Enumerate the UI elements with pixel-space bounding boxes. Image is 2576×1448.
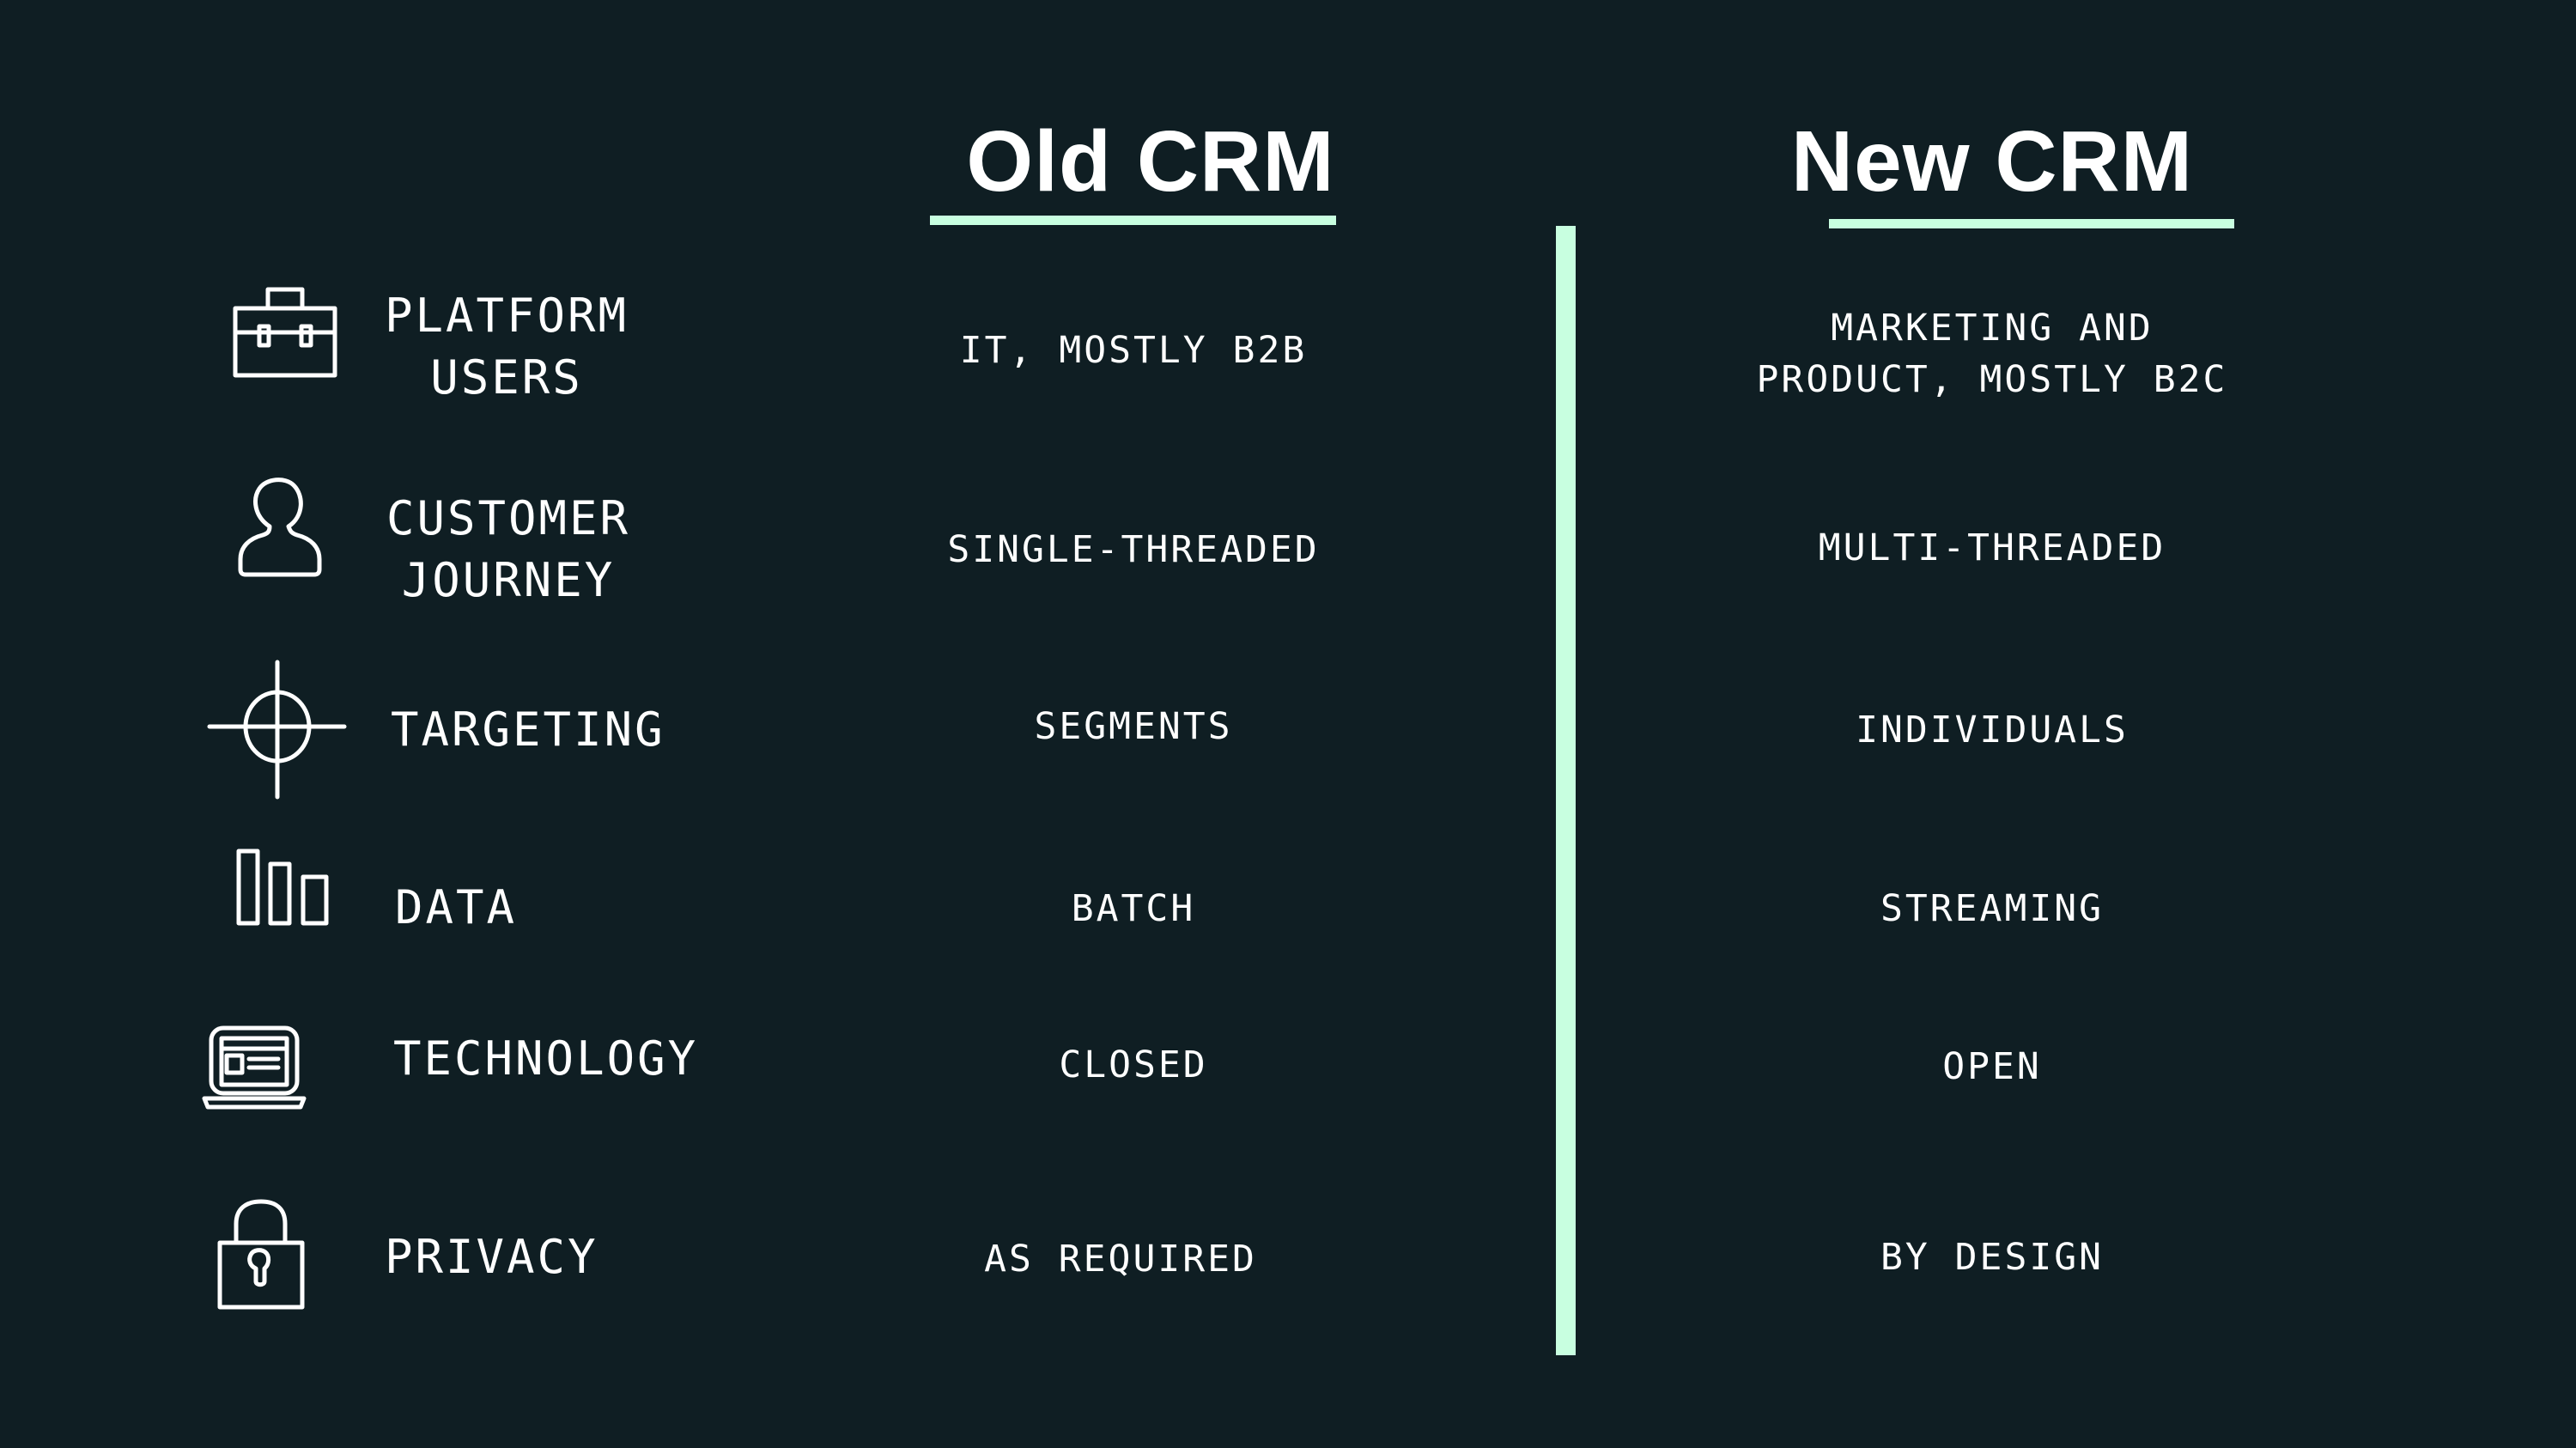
old-value-targeting: SEGMENTS [1034,705,1233,748]
old-value-privacy: AS REQUIRED [984,1238,1257,1281]
old-value-technology: CLOSED [1059,1043,1208,1086]
new-value-technology: OPEN [1942,1045,2042,1088]
padlock-icon [216,1199,306,1310]
bar-chart-icon [236,849,332,926]
laptop-icon [202,1025,323,1110]
user-icon [237,475,323,577]
old-value-data: BATCH [1071,887,1196,930]
new-value-data: STREAMING [1880,887,2104,930]
new-crm-header: New CRM [1790,113,2194,210]
crosshair-icon [207,660,347,800]
row-label-targeting: TARGETING [391,703,665,757]
old-crm-header: Old CRM [966,113,1335,210]
old-value-customer-journey: SINGLE-THREADED [947,528,1320,571]
row-label-customer-journey: CUSTOMER JOURNEY [386,491,631,607]
new-value-customer-journey: MULTI-THREADED [1818,526,2166,569]
new-value-platform-users: MARKETING AND PRODUCT, MOSTLY B2C [1756,307,2228,401]
new-value-privacy: BY DESIGN [1880,1236,2104,1279]
row-label-data: DATA [395,880,518,934]
briefcase-icon [233,287,337,378]
old-value-platform-users: IT, MOSTLY B2B [959,329,1308,372]
column-divider [1556,226,1576,1355]
new-crm-underline [1829,219,2234,228]
new-value-targeting: INDIVIDUALS [1856,709,2129,751]
old-crm-underline [930,216,1336,225]
row-label-platform-users: PLATFORM USERS [384,289,629,405]
row-label-technology: TECHNOLOGY [393,1031,699,1086]
row-label-privacy: PRIVACY [385,1230,598,1284]
